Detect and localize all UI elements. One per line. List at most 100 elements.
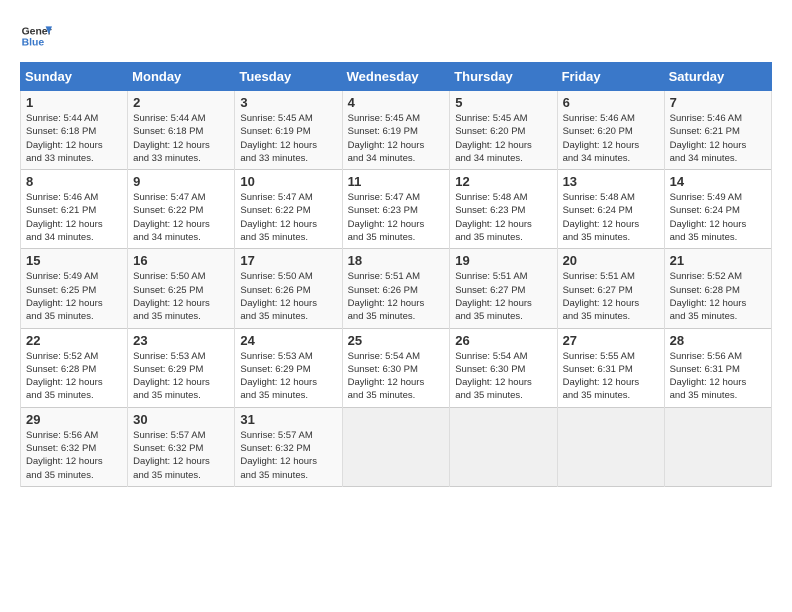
week-row-2: 8 Sunrise: 5:46 AMSunset: 6:21 PMDayligh… (21, 170, 772, 249)
day-number: 18 (348, 253, 445, 268)
day-detail: Sunrise: 5:50 AMSunset: 6:26 PMDaylight:… (240, 271, 317, 322)
header-saturday: Saturday (664, 63, 771, 91)
day-detail: Sunrise: 5:44 AMSunset: 6:18 PMDaylight:… (133, 113, 210, 164)
calendar-cell: 1 Sunrise: 5:44 AMSunset: 6:18 PMDayligh… (21, 91, 128, 170)
general-blue-logo-icon: General Blue (20, 20, 52, 52)
day-detail: Sunrise: 5:46 AMSunset: 6:20 PMDaylight:… (563, 113, 640, 164)
day-detail: Sunrise: 5:49 AMSunset: 6:25 PMDaylight:… (26, 271, 103, 322)
calendar-cell: 27 Sunrise: 5:55 AMSunset: 6:31 PMDaylig… (557, 328, 664, 407)
calendar-cell: 22 Sunrise: 5:52 AMSunset: 6:28 PMDaylig… (21, 328, 128, 407)
calendar-cell: 29 Sunrise: 5:56 AMSunset: 6:32 PMDaylig… (21, 407, 128, 486)
calendar-cell: 8 Sunrise: 5:46 AMSunset: 6:21 PMDayligh… (21, 170, 128, 249)
calendar-cell (342, 407, 450, 486)
day-number: 27 (563, 333, 659, 348)
calendar-cell: 9 Sunrise: 5:47 AMSunset: 6:22 PMDayligh… (128, 170, 235, 249)
calendar-cell: 15 Sunrise: 5:49 AMSunset: 6:25 PMDaylig… (21, 249, 128, 328)
day-detail: Sunrise: 5:57 AMSunset: 6:32 PMDaylight:… (240, 430, 317, 481)
day-number: 5 (455, 95, 551, 110)
day-number: 24 (240, 333, 336, 348)
calendar-cell: 2 Sunrise: 5:44 AMSunset: 6:18 PMDayligh… (128, 91, 235, 170)
svg-text:Blue: Blue (22, 38, 45, 49)
day-detail: Sunrise: 5:45 AMSunset: 6:20 PMDaylight:… (455, 113, 532, 164)
day-detail: Sunrise: 5:48 AMSunset: 6:24 PMDaylight:… (563, 192, 640, 243)
day-detail: Sunrise: 5:47 AMSunset: 6:22 PMDaylight:… (133, 192, 210, 243)
calendar-cell (450, 407, 557, 486)
calendar-cell: 30 Sunrise: 5:57 AMSunset: 6:32 PMDaylig… (128, 407, 235, 486)
day-number: 17 (240, 253, 336, 268)
day-number: 6 (563, 95, 659, 110)
day-number: 26 (455, 333, 551, 348)
calendar-cell: 7 Sunrise: 5:46 AMSunset: 6:21 PMDayligh… (664, 91, 771, 170)
day-detail: Sunrise: 5:51 AMSunset: 6:26 PMDaylight:… (348, 271, 425, 322)
day-number: 10 (240, 174, 336, 189)
calendar-cell: 6 Sunrise: 5:46 AMSunset: 6:20 PMDayligh… (557, 91, 664, 170)
day-detail: Sunrise: 5:49 AMSunset: 6:24 PMDaylight:… (670, 192, 747, 243)
day-detail: Sunrise: 5:53 AMSunset: 6:29 PMDaylight:… (133, 351, 210, 402)
day-number: 12 (455, 174, 551, 189)
day-number: 9 (133, 174, 229, 189)
week-row-3: 15 Sunrise: 5:49 AMSunset: 6:25 PMDaylig… (21, 249, 772, 328)
day-detail: Sunrise: 5:56 AMSunset: 6:31 PMDaylight:… (670, 351, 747, 402)
calendar-cell: 26 Sunrise: 5:54 AMSunset: 6:30 PMDaylig… (450, 328, 557, 407)
day-detail: Sunrise: 5:54 AMSunset: 6:30 PMDaylight:… (348, 351, 425, 402)
week-row-5: 29 Sunrise: 5:56 AMSunset: 6:32 PMDaylig… (21, 407, 772, 486)
logo: General Blue (20, 20, 52, 52)
day-number: 21 (670, 253, 766, 268)
day-detail: Sunrise: 5:45 AMSunset: 6:19 PMDaylight:… (240, 113, 317, 164)
header-wednesday: Wednesday (342, 63, 450, 91)
header-sunday: Sunday (21, 63, 128, 91)
calendar-cell: 10 Sunrise: 5:47 AMSunset: 6:22 PMDaylig… (235, 170, 342, 249)
day-number: 22 (26, 333, 122, 348)
day-detail: Sunrise: 5:48 AMSunset: 6:23 PMDaylight:… (455, 192, 532, 243)
header-friday: Friday (557, 63, 664, 91)
calendar-cell: 25 Sunrise: 5:54 AMSunset: 6:30 PMDaylig… (342, 328, 450, 407)
calendar-cell: 19 Sunrise: 5:51 AMSunset: 6:27 PMDaylig… (450, 249, 557, 328)
day-number: 19 (455, 253, 551, 268)
day-number: 3 (240, 95, 336, 110)
day-number: 2 (133, 95, 229, 110)
week-row-4: 22 Sunrise: 5:52 AMSunset: 6:28 PMDaylig… (21, 328, 772, 407)
day-detail: Sunrise: 5:46 AMSunset: 6:21 PMDaylight:… (26, 192, 103, 243)
day-number: 1 (26, 95, 122, 110)
calendar-cell: 18 Sunrise: 5:51 AMSunset: 6:26 PMDaylig… (342, 249, 450, 328)
calendar-table: SundayMondayTuesdayWednesdayThursdayFrid… (20, 62, 772, 487)
day-number: 8 (26, 174, 122, 189)
calendar-cell: 3 Sunrise: 5:45 AMSunset: 6:19 PMDayligh… (235, 91, 342, 170)
day-detail: Sunrise: 5:51 AMSunset: 6:27 PMDaylight:… (455, 271, 532, 322)
day-number: 20 (563, 253, 659, 268)
day-detail: Sunrise: 5:56 AMSunset: 6:32 PMDaylight:… (26, 430, 103, 481)
calendar-cell: 21 Sunrise: 5:52 AMSunset: 6:28 PMDaylig… (664, 249, 771, 328)
calendar-cell: 23 Sunrise: 5:53 AMSunset: 6:29 PMDaylig… (128, 328, 235, 407)
calendar-cell (664, 407, 771, 486)
calendar-cell: 12 Sunrise: 5:48 AMSunset: 6:23 PMDaylig… (450, 170, 557, 249)
calendar-cell: 11 Sunrise: 5:47 AMSunset: 6:23 PMDaylig… (342, 170, 450, 249)
week-row-1: 1 Sunrise: 5:44 AMSunset: 6:18 PMDayligh… (21, 91, 772, 170)
calendar-cell: 24 Sunrise: 5:53 AMSunset: 6:29 PMDaylig… (235, 328, 342, 407)
day-detail: Sunrise: 5:50 AMSunset: 6:25 PMDaylight:… (133, 271, 210, 322)
day-number: 13 (563, 174, 659, 189)
calendar-cell: 4 Sunrise: 5:45 AMSunset: 6:19 PMDayligh… (342, 91, 450, 170)
calendar-cell: 5 Sunrise: 5:45 AMSunset: 6:20 PMDayligh… (450, 91, 557, 170)
day-detail: Sunrise: 5:45 AMSunset: 6:19 PMDaylight:… (348, 113, 425, 164)
day-detail: Sunrise: 5:55 AMSunset: 6:31 PMDaylight:… (563, 351, 640, 402)
day-detail: Sunrise: 5:47 AMSunset: 6:22 PMDaylight:… (240, 192, 317, 243)
day-number: 15 (26, 253, 122, 268)
day-detail: Sunrise: 5:53 AMSunset: 6:29 PMDaylight:… (240, 351, 317, 402)
day-number: 30 (133, 412, 229, 427)
day-detail: Sunrise: 5:46 AMSunset: 6:21 PMDaylight:… (670, 113, 747, 164)
day-number: 4 (348, 95, 445, 110)
day-number: 25 (348, 333, 445, 348)
calendar-cell: 14 Sunrise: 5:49 AMSunset: 6:24 PMDaylig… (664, 170, 771, 249)
day-number: 29 (26, 412, 122, 427)
header-thursday: Thursday (450, 63, 557, 91)
calendar-cell: 17 Sunrise: 5:50 AMSunset: 6:26 PMDaylig… (235, 249, 342, 328)
day-number: 28 (670, 333, 766, 348)
calendar-cell: 31 Sunrise: 5:57 AMSunset: 6:32 PMDaylig… (235, 407, 342, 486)
header-tuesday: Tuesday (235, 63, 342, 91)
calendar-cell: 16 Sunrise: 5:50 AMSunset: 6:25 PMDaylig… (128, 249, 235, 328)
calendar-cell: 20 Sunrise: 5:51 AMSunset: 6:27 PMDaylig… (557, 249, 664, 328)
day-detail: Sunrise: 5:47 AMSunset: 6:23 PMDaylight:… (348, 192, 425, 243)
day-detail: Sunrise: 5:52 AMSunset: 6:28 PMDaylight:… (26, 351, 103, 402)
day-number: 14 (670, 174, 766, 189)
day-number: 23 (133, 333, 229, 348)
